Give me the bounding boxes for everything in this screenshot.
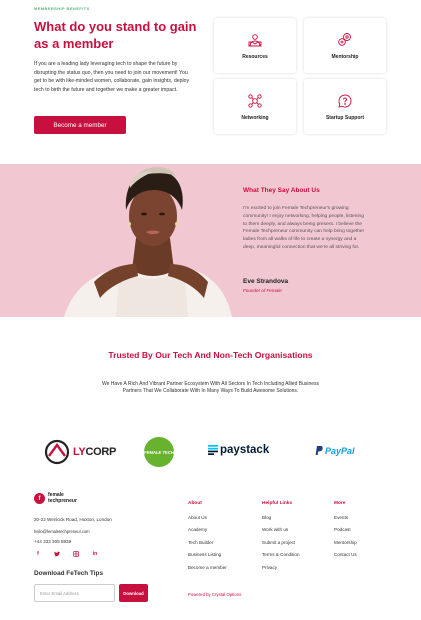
networking-card[interactable]: Networking	[214, 79, 296, 134]
resources-icon	[248, 33, 262, 46]
card-label: Networking	[241, 114, 269, 121]
column-heading: About	[188, 501, 202, 506]
paypal-mark-icon	[315, 446, 323, 455]
instagram-icon[interactable]	[73, 551, 79, 557]
footer-link[interactable]: Submit a project	[262, 540, 300, 552]
mentorship-card[interactable]: Mentorship	[304, 18, 386, 73]
benefits-title: What do you stand to gain as a member	[34, 19, 197, 51]
eyebrow-label: MEMBERSHIP BENEFITS	[34, 6, 90, 11]
partner-logo-green: FEMALE TECH	[144, 437, 174, 467]
footer-phone[interactable]: +44 333 305 5939	[34, 539, 71, 544]
footer-column-more: More Events Podcast Mentorship Contact U…	[334, 501, 357, 565]
linkedin-icon[interactable]: in	[92, 551, 98, 557]
testimonial-author: Eve Strandova	[243, 278, 289, 285]
card-label: Resources	[242, 53, 268, 60]
paystack-text: paystack	[220, 444, 270, 456]
footer-email[interactable]: hello@femaletechpreneur.com	[34, 529, 90, 534]
download-button[interactable]: Download	[119, 584, 148, 602]
benefits-section: MEMBERSHIP BENEFITS What do you stand to…	[0, 0, 421, 164]
footer-link[interactable]: Terms & Condition	[262, 552, 300, 564]
trusted-title: Trusted By Our Tech And Non-Tech Organis…	[108, 350, 313, 360]
social-links: f in	[35, 551, 111, 557]
footer-link[interactable]: Privacy	[262, 565, 300, 577]
lycorp-ly: LY	[73, 446, 86, 458]
email-input[interactable]: Enter Email Address	[34, 584, 115, 602]
lycorp-logo: LYCORP	[44, 437, 116, 467]
startup-support-card[interactable]: Startup Support	[304, 79, 386, 134]
member-portrait	[64, 167, 232, 317]
footer-link[interactable]: Contact Us	[334, 552, 357, 564]
startup-support-icon	[338, 94, 352, 108]
facebook-icon[interactable]: f	[35, 551, 41, 557]
paystack-mark-icon	[208, 445, 218, 455]
brand-mark-icon: f	[34, 493, 45, 505]
card-label: Mentorship	[331, 53, 359, 60]
footer-link[interactable]: Events	[334, 515, 357, 527]
column-heading: Helpful Links	[262, 501, 293, 506]
paystack-logo: paystack	[208, 444, 269, 456]
testimonial-section: What They Say About Us I'm excited to jo…	[0, 164, 421, 317]
footer-column-about: About About Us Academy Tech Builder Busi…	[188, 501, 227, 577]
become-member-button[interactable]: Become a member	[34, 116, 126, 134]
paypal-logo: Pay Pal	[315, 446, 355, 456]
footer-link[interactable]: Podcast	[334, 527, 357, 539]
twitter-icon[interactable]	[54, 551, 60, 557]
resources-card[interactable]: Resources	[214, 18, 296, 73]
networking-icon	[248, 93, 262, 108]
paypal-pal: Pal	[341, 446, 355, 456]
footer-link[interactable]: Academy	[188, 527, 227, 539]
download-tips-heading: Download FeTech Tips	[34, 570, 104, 577]
footer-logo[interactable]: f female techpreneur	[34, 492, 77, 505]
lycorp-corp: CORP	[85, 446, 117, 458]
testimonial-heading: What They Say About Us	[243, 187, 320, 194]
footer-link[interactable]: Work with us	[262, 527, 300, 539]
card-label: Startup Support	[325, 114, 365, 121]
footer-column-helpful-links: Helpful Links Blog Work with us Submit a…	[262, 501, 300, 577]
footer-link[interactable]: Become a member	[188, 565, 227, 577]
footer-address: 20-22 Wenlock Road, Hoxton, London	[34, 517, 112, 522]
footer-link[interactable]: Tech Builder	[188, 540, 227, 552]
testimonial-role: Founder of Female	[243, 288, 282, 293]
column-heading: More	[334, 501, 346, 506]
footer-link[interactable]: Blog	[262, 515, 300, 527]
lycorp-mark-icon	[44, 439, 70, 465]
footer-link[interactable]: About Us	[188, 515, 227, 527]
footer-link[interactable]: Mentorship	[334, 540, 357, 552]
testimonial-quote: I'm excited to join Female Techpreneur's…	[243, 206, 365, 250]
mentorship-icon	[338, 32, 351, 46]
paypal-pay: Pay	[325, 446, 342, 456]
logo-line-2: techpreneur	[48, 497, 77, 504]
powered-by-credit[interactable]: Powered by Crystal Options	[188, 592, 241, 597]
benefits-description: If you are a leading lady leveraging tec…	[34, 61, 190, 93]
trusted-description: We Have A Rich And Vibrant Partner Ecosy…	[101, 381, 320, 395]
footer-link[interactable]: Business Listing	[188, 552, 227, 564]
